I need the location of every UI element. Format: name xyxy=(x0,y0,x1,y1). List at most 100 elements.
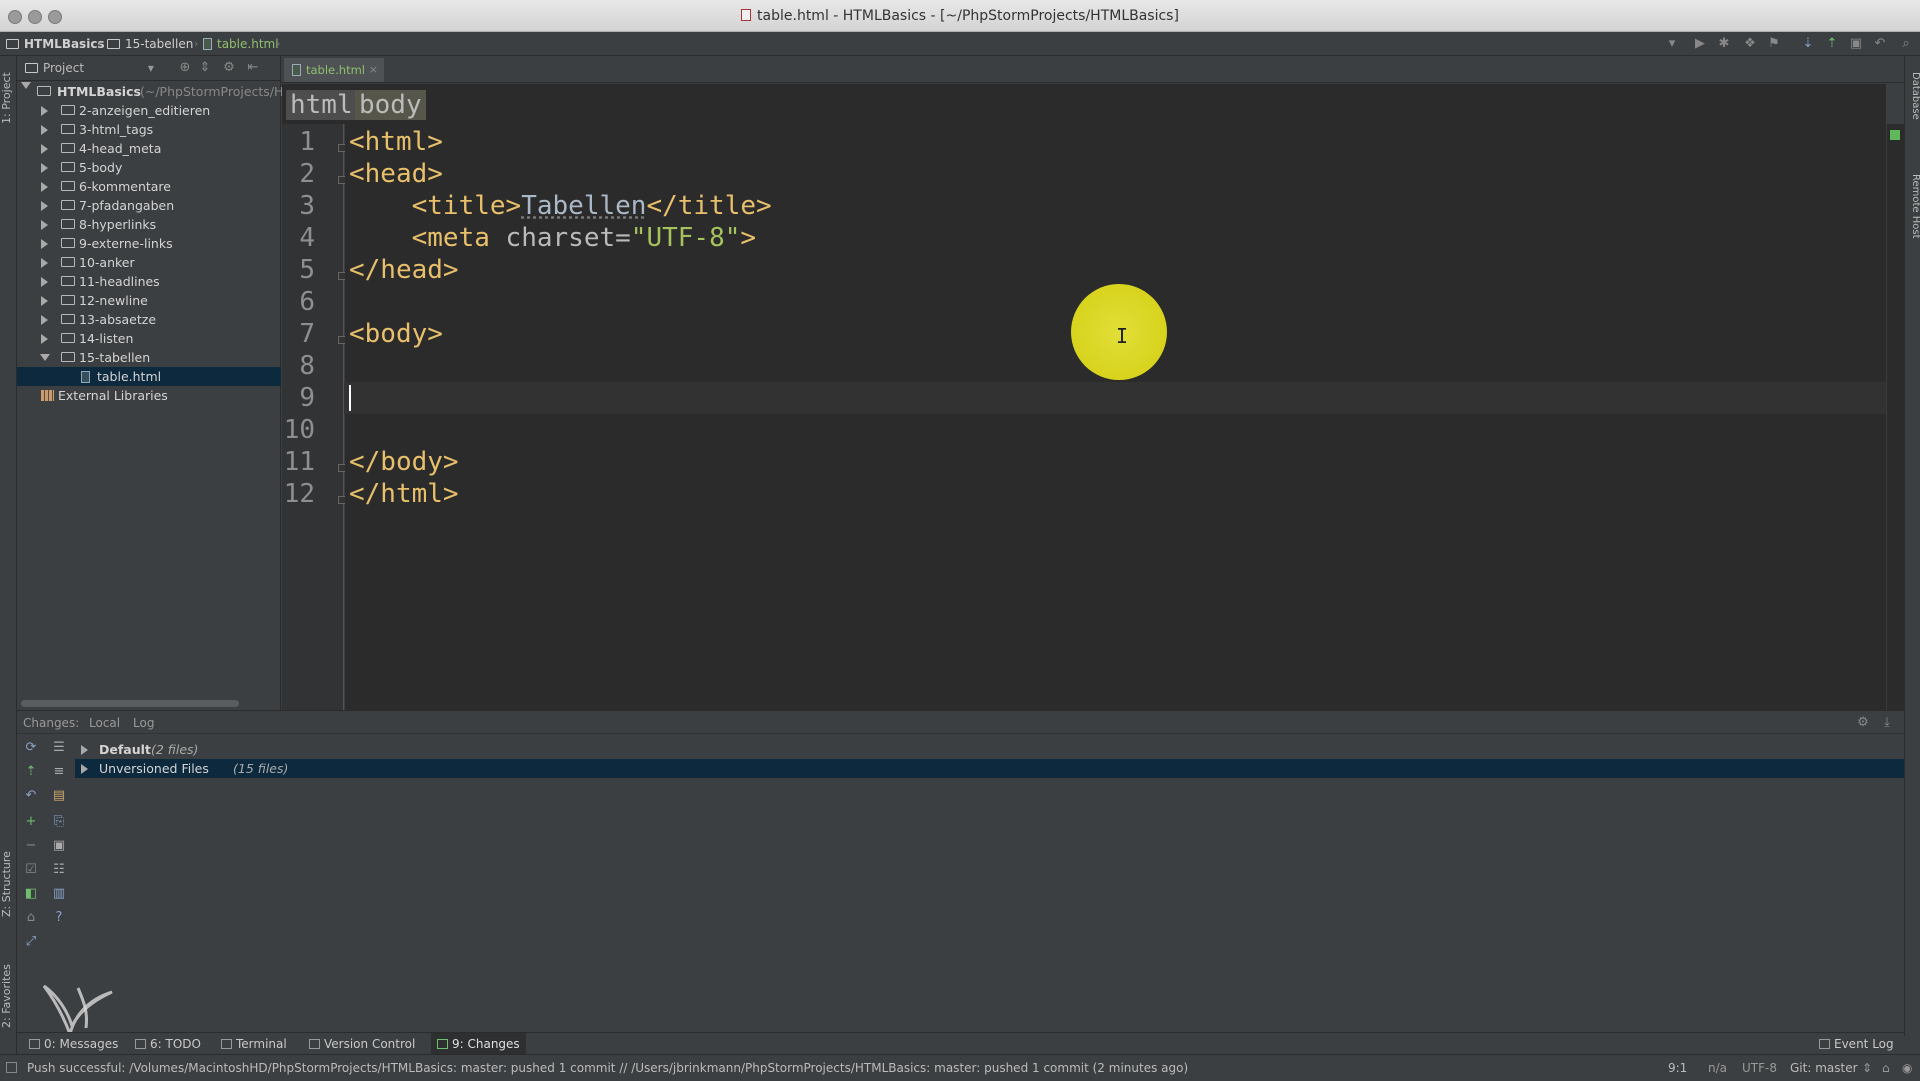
run-config-dropdown-icon[interactable]: ▾ xyxy=(1664,36,1680,52)
help-icon[interactable]: ? xyxy=(51,910,67,926)
expand-arrow-icon[interactable] xyxy=(41,296,48,306)
nav-crumb-file[interactable]: table.html xyxy=(203,32,279,56)
git-branch[interactable]: Git: master xyxy=(1790,1055,1858,1081)
preview-icon[interactable]: ▥ xyxy=(51,886,67,902)
tab-log[interactable]: Log xyxy=(133,711,154,735)
group-by-icon[interactable]: ☷ xyxy=(51,862,67,878)
project-view-selector[interactable]: Project ▾ xyxy=(25,56,154,80)
expand-arrow-icon[interactable] xyxy=(41,334,48,344)
tool-tab-project[interactable]: 1: Project xyxy=(0,66,17,130)
tree-external-libraries[interactable]: External Libraries xyxy=(17,386,281,405)
tool-tab-version-control[interactable]: Version Control xyxy=(309,1033,415,1055)
tree-folder-item[interactable]: 3-html_tags xyxy=(17,120,281,139)
commit-icon[interactable]: ⇡ xyxy=(23,764,39,780)
expand-arrow-icon[interactable] xyxy=(41,106,48,116)
set-active-icon[interactable]: ☑ xyxy=(23,862,39,878)
tool-tab-todo[interactable]: 6: TODO xyxy=(135,1033,201,1055)
expand-arrow-icon[interactable] xyxy=(81,764,88,774)
expand-arrow-icon[interactable] xyxy=(21,82,31,89)
expand-arrow-icon[interactable] xyxy=(41,277,48,287)
expand-arrow-icon[interactable] xyxy=(81,745,88,755)
tree-folder-item[interactable]: 14-listen xyxy=(17,329,281,348)
lock-icon[interactable]: ⌂ xyxy=(1882,1055,1890,1081)
debug-icon[interactable]: ✱ xyxy=(1716,36,1732,52)
expand-arrow-icon[interactable] xyxy=(41,258,48,268)
gear-icon[interactable]: ⚙ xyxy=(1855,715,1871,731)
tree-folder-item[interactable]: 4-head_meta xyxy=(17,139,281,158)
collapse-all-icon[interactable]: ≡ xyxy=(51,764,67,780)
tag-crumb-body[interactable]: body xyxy=(355,90,426,120)
line-separator[interactable]: n/a xyxy=(1708,1055,1727,1081)
expand-arrow-icon[interactable] xyxy=(41,315,48,325)
tree-folder-item[interactable]: 6-kommentare xyxy=(17,177,281,196)
tree-folder-item[interactable]: 9-externe-links xyxy=(17,234,281,253)
run-icon[interactable]: ▶ xyxy=(1692,36,1708,52)
tree-folder-item[interactable]: 10-anker xyxy=(17,253,281,272)
tree-folder-item[interactable]: 7-pfadangaben xyxy=(17,196,281,215)
vcs-history-icon[interactable]: ▣ xyxy=(1848,36,1864,52)
expand-arrow-icon[interactable] xyxy=(41,201,48,211)
code-editor[interactable]: <html> <head> <title>Tabellen</title> <m… xyxy=(344,124,1886,710)
remove-icon[interactable]: − xyxy=(23,838,39,854)
tool-tab-database[interactable]: Database xyxy=(1905,72,1920,142)
tool-tab-changes[interactable]: 9: Changes xyxy=(431,1033,526,1055)
tree-folder-item[interactable]: 11-headlines xyxy=(17,272,281,291)
expand-arrow-icon[interactable] xyxy=(41,144,48,154)
revert-icon[interactable]: ↶ xyxy=(1872,36,1888,52)
expand-arrow-icon[interactable] xyxy=(41,239,48,249)
tag-crumb-html[interactable]: html xyxy=(286,90,357,120)
tree-folder-item[interactable]: 8-hyperlinks xyxy=(17,215,281,234)
copy-icon[interactable]: ⎘ xyxy=(51,814,67,830)
vcs-commit-icon[interactable]: ⇡ xyxy=(1824,36,1840,52)
changelist-unversioned[interactable]: Unversioned Files (15 files) xyxy=(75,759,1904,778)
tool-tab-terminal[interactable]: Terminal xyxy=(221,1033,287,1055)
hide-panel-icon[interactable]: ⤓ xyxy=(1879,715,1895,731)
expand-all-icon[interactable]: ☰ xyxy=(51,740,67,756)
rollback-icon[interactable]: ↶ xyxy=(23,788,39,804)
tree-folder-item-expanded[interactable]: 15-tabellen xyxy=(17,348,281,367)
editor-scroll-stripe[interactable] xyxy=(1886,124,1904,710)
tree-folder-item[interactable]: 5-body xyxy=(17,158,281,177)
search-icon[interactable]: ⌕ xyxy=(1898,36,1914,52)
tree-folder-item[interactable]: 13-absaetze xyxy=(17,310,281,329)
horizontal-scrollbar[interactable] xyxy=(21,700,239,707)
tree-root[interactable]: HTMLBasics (~/PhpStormProjects/HTMLBasic… xyxy=(17,82,353,101)
tree-folder-item[interactable]: 2-anzeigen_editieren xyxy=(17,101,281,120)
shelf-icon[interactable]: ◧ xyxy=(23,886,39,902)
collapse-arrow-icon[interactable] xyxy=(40,354,50,361)
editor-tab-table-html[interactable]: table.html × xyxy=(284,58,384,82)
gear-icon[interactable]: ⚙ xyxy=(221,60,237,76)
status-message[interactable]: Push successful: /Volumes/MacintoshHD/Ph… xyxy=(27,1055,1188,1081)
tree-folder-item[interactable]: 12-newline xyxy=(17,291,281,310)
tool-tab-event-log[interactable]: Event Log xyxy=(1819,1033,1894,1055)
refresh-icon[interactable]: ⟳ xyxy=(23,740,39,756)
hide-panel-icon[interactable]: ⇤ xyxy=(245,60,261,76)
validate-icon[interactable]: ⚑ xyxy=(1766,36,1782,52)
vcs-update-icon[interactable]: ⇣ xyxy=(1800,36,1816,52)
tool-tab-favorites[interactable]: 2: Favorites xyxy=(0,936,17,1056)
tool-tab-messages[interactable]: 0: Messages xyxy=(29,1033,118,1055)
lock-icon[interactable]: ⌂ xyxy=(23,910,39,926)
tool-tab-remote-host[interactable]: Remote Host xyxy=(1905,174,1920,274)
expand-arrow-icon[interactable] xyxy=(41,220,48,230)
scroll-from-source-icon[interactable]: ⊕ xyxy=(177,60,193,76)
tool-tab-structure[interactable]: Z: Structure xyxy=(0,836,17,932)
toggle-tool-windows-icon[interactable] xyxy=(6,1062,17,1073)
inspector-icon[interactable]: ◉ xyxy=(1902,1055,1912,1081)
diff-icon[interactable]: ▣ xyxy=(51,838,67,854)
chevron-updown-icon[interactable]: ⇕ xyxy=(1862,1055,1872,1081)
nav-crumb-project[interactable]: HTMLBasics xyxy=(6,32,105,56)
tree-file-item[interactable]: table.html xyxy=(17,367,281,386)
expand-arrow-icon[interactable] xyxy=(41,163,48,173)
coverage-icon[interactable]: ❖ xyxy=(1742,36,1758,52)
file-encoding[interactable]: UTF-8 xyxy=(1742,1055,1777,1081)
add-icon[interactable]: + xyxy=(23,814,39,830)
collapse-all-icon[interactable]: ⇕ xyxy=(197,60,213,76)
expand-arrow-icon[interactable] xyxy=(41,125,48,135)
changelist-default[interactable]: Default (2 files) xyxy=(75,740,1904,759)
nav-crumb-folder[interactable]: 15-tabellen xyxy=(107,32,193,56)
tab-local[interactable]: Local xyxy=(89,711,120,735)
shelve-icon[interactable]: ▤ xyxy=(51,788,67,804)
expand-arrow-icon[interactable] xyxy=(41,182,48,192)
caret-position[interactable]: 9:1 xyxy=(1668,1055,1687,1081)
